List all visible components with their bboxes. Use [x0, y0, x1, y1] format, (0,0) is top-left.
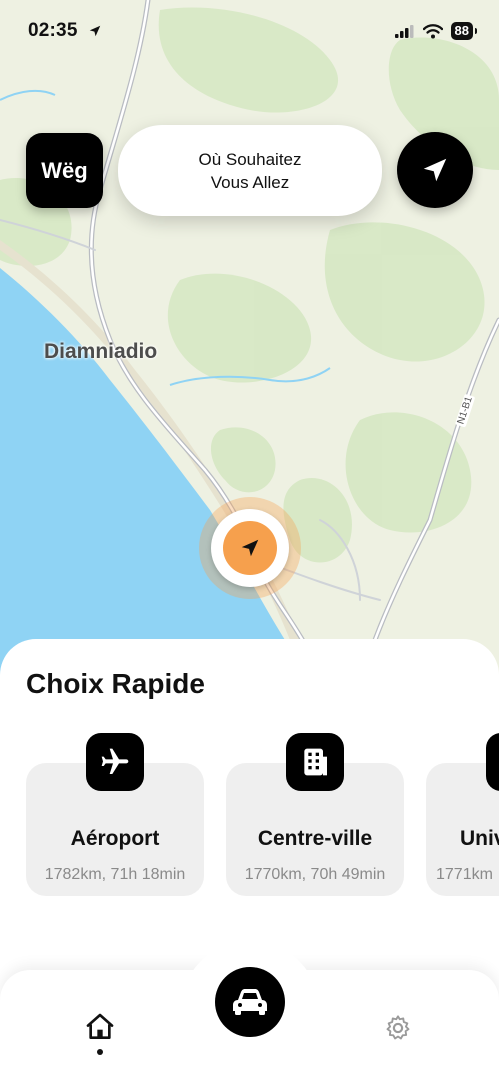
status-indicators: 88	[394, 22, 478, 40]
card-distance: 1770km, 70h 49min	[244, 866, 386, 883]
tab-ride[interactable]	[215, 967, 285, 1037]
bottom-tab-bar	[0, 941, 499, 1080]
building-icon	[286, 733, 344, 791]
car-icon	[233, 989, 267, 1015]
home-icon	[86, 1013, 114, 1039]
app-logo-button[interactable]: Wëg	[26, 133, 103, 208]
status-time: 02:35	[28, 20, 78, 41]
status-bar: 02:35 88	[0, 18, 499, 48]
active-tab-indicator	[97, 1049, 103, 1055]
gear-icon	[386, 1015, 410, 1040]
cellular-signal-icon	[394, 25, 414, 38]
wifi-icon	[422, 23, 443, 38]
user-location-dot	[223, 521, 277, 575]
map-place-label: Diamniadio	[44, 340, 158, 363]
battery-indicator: 88	[450, 22, 478, 40]
card-distance: 1771km	[436, 866, 493, 883]
user-location-ring	[211, 509, 289, 587]
user-location-marker[interactable]	[199, 497, 301, 599]
recenter-location-button[interactable]	[397, 132, 473, 208]
university-icon	[486, 733, 499, 791]
card-title: Univ	[460, 827, 499, 850]
heading-arrow-icon	[241, 539, 259, 557]
tab-settings[interactable]	[383, 1013, 413, 1043]
navigation-arrow-icon	[423, 158, 447, 182]
airplane-icon	[86, 733, 144, 791]
location-arrow-icon	[89, 25, 101, 37]
card-title: Aéroport	[70, 827, 160, 850]
tab-home[interactable]	[83, 1010, 117, 1044]
destination-search-button[interactable]: Où Souhaitez Vous Allez	[118, 125, 382, 216]
quick-choice-title: Choix Rapide	[26, 668, 205, 699]
card-title: Centre-ville	[257, 827, 373, 850]
card-distance: 1782km, 71h 18min	[44, 866, 186, 883]
